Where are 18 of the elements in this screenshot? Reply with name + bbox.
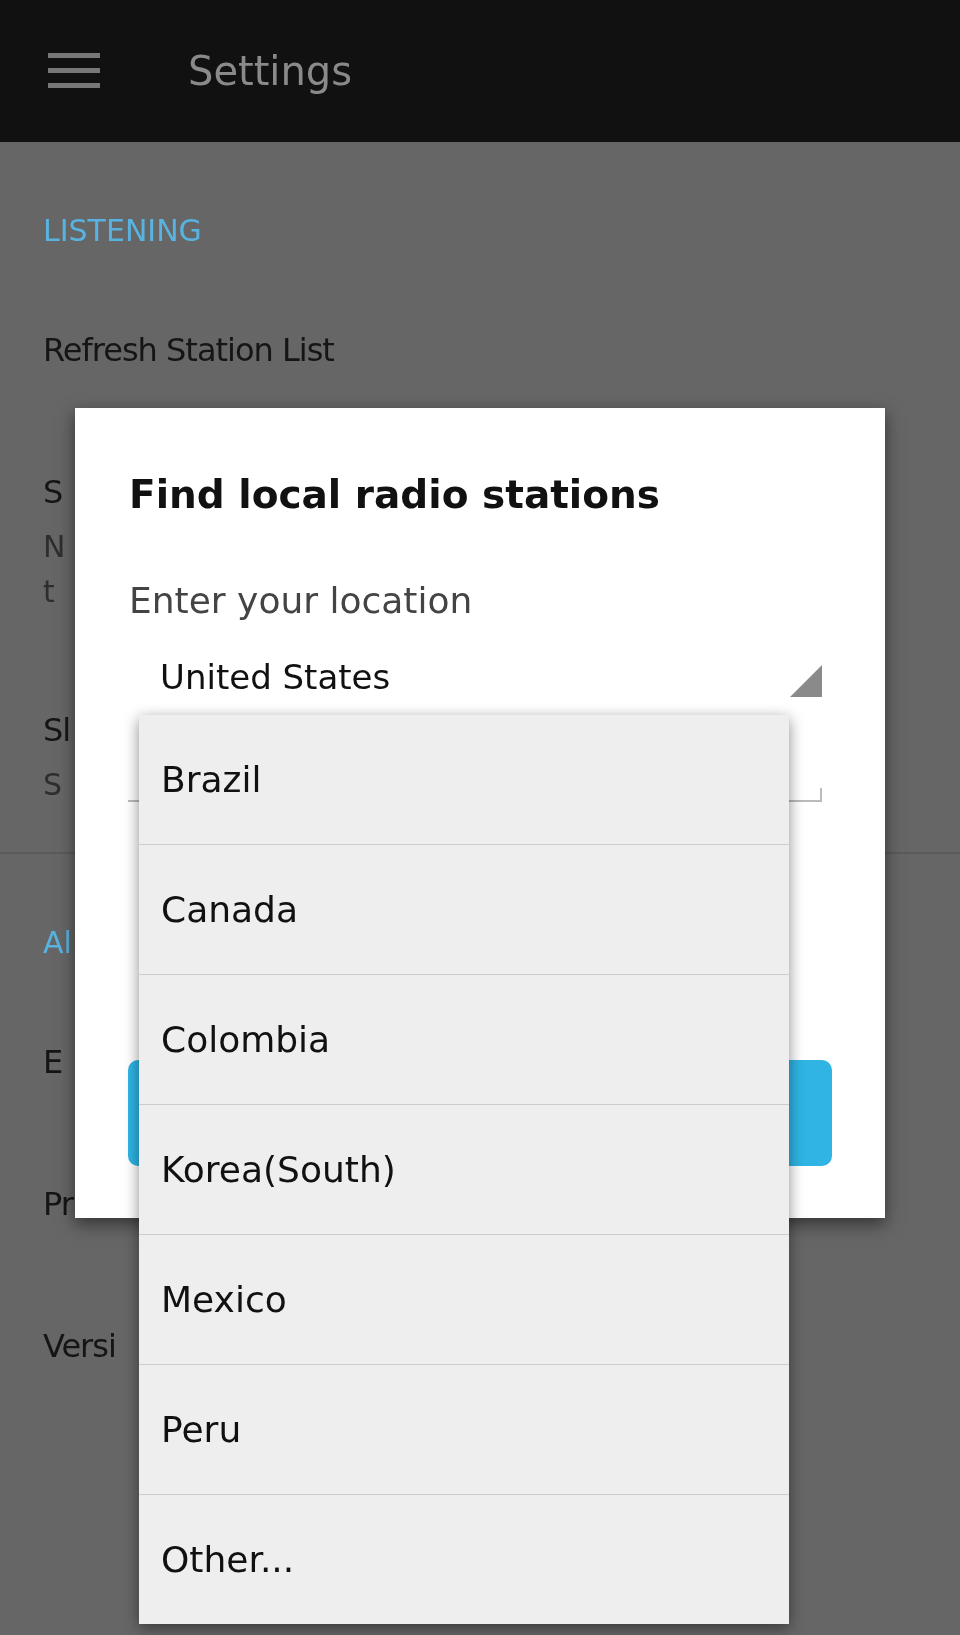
app-title: Settings <box>188 48 353 94</box>
dialog-title: Find local radio stations <box>129 472 660 517</box>
dropdown-option[interactable]: Brazil <box>139 715 789 844</box>
field-label: Enter your location <box>129 580 473 621</box>
dropdown-option[interactable]: Canada <box>139 844 789 974</box>
section-header: LISTENING <box>43 213 202 248</box>
setting-summary: S <box>43 766 62 804</box>
setting-summary: t <box>43 573 54 611</box>
dropdown-option[interactable]: Other... <box>139 1494 789 1624</box>
dropdown-option[interactable]: Korea(South) <box>139 1104 789 1234</box>
section-header: Al <box>43 925 72 960</box>
setting-summary: N <box>43 528 65 566</box>
dropdown-option[interactable]: Colombia <box>139 974 789 1104</box>
dropdown-option[interactable]: Peru <box>139 1364 789 1494</box>
dropdown-triangle-icon <box>790 665 822 697</box>
location-dropdown[interactable]: United States <box>160 648 391 706</box>
dropdown-option[interactable]: Mexico <box>139 1234 789 1364</box>
menu-icon[interactable] <box>48 53 100 89</box>
